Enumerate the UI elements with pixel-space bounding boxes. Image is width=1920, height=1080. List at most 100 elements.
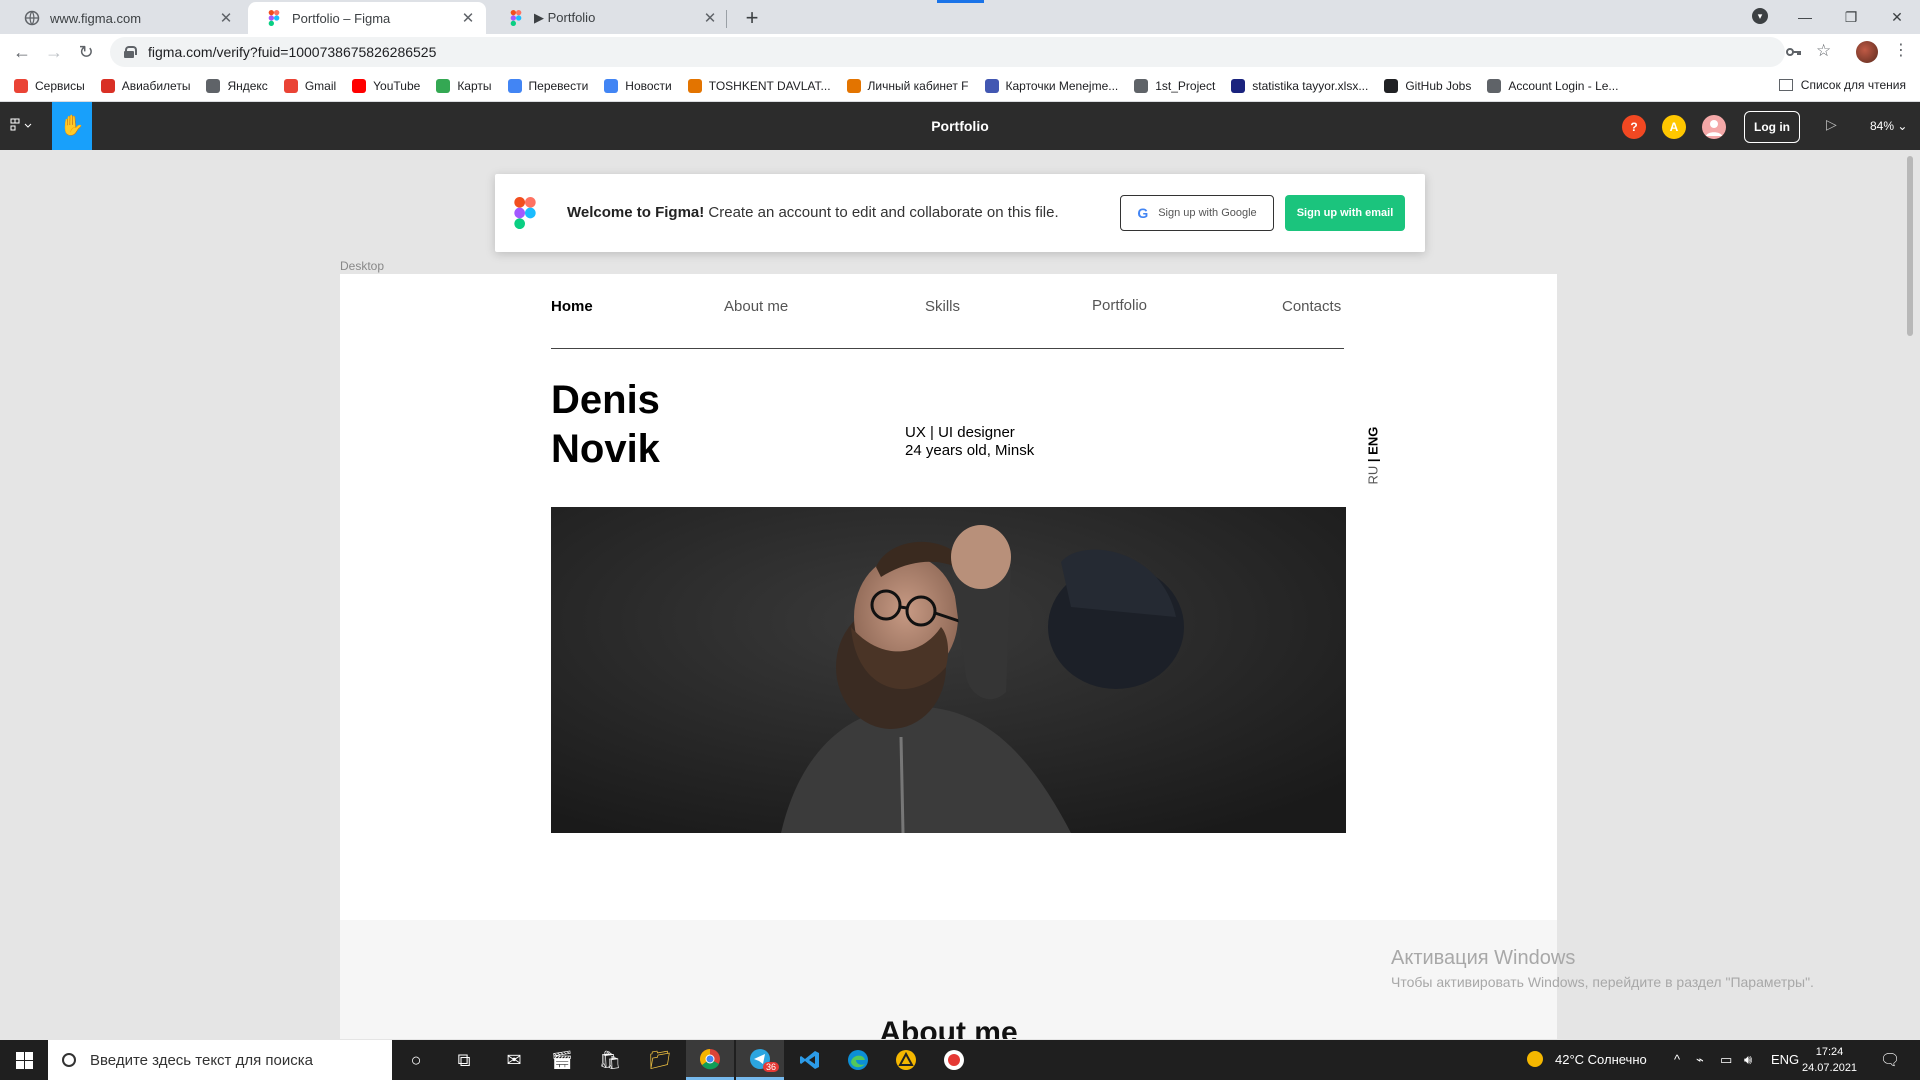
notifications-icon[interactable]: 🗨︎	[1880, 1050, 1900, 1070]
bookmark-item[interactable]: 1st_Project	[1134, 78, 1216, 93]
forward-arrow-icon[interactable]: →	[40, 38, 68, 66]
film-icon[interactable]: 🎬︎	[538, 1040, 586, 1080]
back-arrow-icon[interactable]: ←	[8, 38, 36, 66]
new-tab-button[interactable]: +	[738, 4, 766, 32]
bookmark-label: Gmail	[304, 78, 337, 93]
login-button[interactable]: Log in	[1744, 111, 1800, 143]
close-tab-icon[interactable]: ✕	[460, 9, 476, 27]
figma-canvas[interactable]: Welcome to Figma! Create an account to e…	[0, 150, 1920, 1039]
desktop-frame[interactable]: Home About me Skills Portfolio Contacts …	[340, 274, 1557, 1039]
quizlet-icon	[984, 78, 999, 93]
bookmark-item[interactable]: statistika tayyor.xlsx...	[1231, 78, 1369, 93]
bookmark-item[interactable]: YouTube	[352, 78, 421, 93]
bookmark-item[interactable]: Сервисы	[14, 78, 85, 93]
signup-email-button[interactable]: Sign up with email	[1285, 195, 1405, 231]
record-icon[interactable]	[930, 1040, 978, 1080]
google-icon: G	[1137, 205, 1149, 221]
doc-icon	[1231, 78, 1246, 93]
tab-search-icon[interactable]: ▾	[1752, 8, 1768, 24]
weather-text[interactable]: 42°C Солнечно	[1555, 1052, 1647, 1067]
tab-drag-indicator	[937, 0, 984, 3]
first-name: Denis	[551, 378, 660, 422]
chrome-icon[interactable]	[686, 1040, 734, 1080]
menu-kebab-icon[interactable]: ⋮	[1893, 40, 1909, 60]
tab-portfolio-figma[interactable]: Portfolio – Figma ✕	[248, 2, 486, 34]
frame-label[interactable]: Desktop	[340, 259, 384, 273]
banner-welcome: Welcome to Figma!	[567, 204, 705, 221]
nav-contacts[interactable]: Contacts	[1282, 298, 1341, 315]
bookmark-item[interactable]: Перевести	[507, 78, 588, 93]
profile-avatar[interactable]	[1856, 41, 1878, 63]
bookmark-item[interactable]: Личный кабинет F	[846, 78, 969, 93]
bookmark-item[interactable]: Карточки Menejme...	[984, 78, 1118, 93]
volume-icon[interactable]: 🔊︎	[1744, 1052, 1752, 1068]
present-play-icon[interactable]: ▷	[1826, 116, 1837, 133]
figma-logo-icon	[514, 197, 536, 229]
vscode-icon[interactable]	[786, 1040, 834, 1080]
minimize-icon[interactable]: —	[1782, 0, 1828, 34]
clock[interactable]: 17:24 24.07.2021	[1802, 1044, 1857, 1076]
address-bar[interactable]: figma.com/verify?fuid=100073867582628652…	[110, 37, 1785, 67]
key-icon[interactable]	[1786, 44, 1802, 60]
taskbar-search[interactable]: Введите здесь текст для поиска	[48, 1040, 392, 1080]
lang-eng[interactable]: ENG	[1366, 427, 1381, 455]
bookmark-item[interactable]: Яндекс	[206, 78, 268, 93]
telegram-icon[interactable]: 36	[736, 1040, 784, 1080]
display-icon[interactable]: ▭	[1720, 1052, 1732, 1068]
zoom-value: 84%	[1870, 119, 1895, 133]
bookmark-label: Авиабилеты	[121, 78, 191, 93]
reload-icon[interactable]: ↻	[72, 38, 100, 66]
network-off-icon[interactable]: ⌁	[1696, 1052, 1704, 1068]
cabinet-icon	[846, 78, 861, 93]
tray-expand-icon[interactable]: ^	[1674, 1052, 1680, 1067]
bookmark-label: YouTube	[373, 78, 421, 93]
file-explorer-icon[interactable]: 📁︎	[636, 1040, 684, 1080]
maps-icon	[436, 78, 451, 93]
nav-about[interactable]: About me	[724, 298, 788, 315]
reading-list-icon	[1778, 79, 1793, 91]
app-triangle-icon[interactable]	[882, 1040, 930, 1080]
restore-icon[interactable]: ❐	[1828, 0, 1874, 34]
role-title: UX | UI designer	[905, 424, 1015, 441]
bookmark-label: statistika tayyor.xlsx...	[1252, 78, 1369, 93]
avatar-anonymous[interactable]: A	[1662, 115, 1686, 139]
bookmark-item[interactable]: Новости	[604, 78, 672, 93]
bookmark-item[interactable]: Карты	[436, 78, 492, 93]
bookmark-label: Яндекс	[227, 78, 268, 93]
reading-list-button[interactable]: Список для чтения	[1778, 78, 1906, 92]
tab-portfolio-prototype[interactable]: ▶ Portfolio ✕	[490, 2, 728, 34]
bookmark-item[interactable]: Gmail	[283, 78, 337, 93]
task-view-icon[interactable]: ⧉	[440, 1040, 488, 1080]
avatar-user[interactable]	[1702, 115, 1726, 139]
bookmark-label: 1st_Project	[1155, 78, 1216, 93]
mail-icon[interactable]: ✉	[490, 1040, 538, 1080]
avatar-help[interactable]: ?	[1622, 115, 1646, 139]
close-tab-icon[interactable]: ✕	[218, 9, 234, 27]
zoom-dropdown[interactable]: 84% ⌄	[1870, 119, 1907, 133]
close-window-icon[interactable]: ✕	[1874, 0, 1920, 34]
search-icon	[62, 1053, 76, 1067]
weather-sun-icon[interactable]	[1526, 1050, 1544, 1071]
edge-icon[interactable]	[834, 1040, 882, 1080]
start-button[interactable]	[0, 1040, 48, 1080]
bookmark-item[interactable]: Account Login - Le...	[1487, 78, 1618, 93]
canvas-scrollbar[interactable]	[1907, 156, 1913, 336]
lang-ru[interactable]: RU	[1366, 466, 1381, 485]
language-switcher[interactable]: RU | ENG	[1366, 425, 1381, 485]
activation-watermark-text: Чтобы активировать Windows, перейдите в …	[1391, 974, 1814, 990]
nav-portfolio[interactable]: Portfolio	[1092, 297, 1147, 314]
hero-photo	[551, 507, 1346, 833]
cortana-icon[interactable]: ○	[392, 1040, 440, 1080]
close-tab-icon[interactable]: ✕	[702, 9, 718, 27]
tab-divider	[726, 10, 727, 28]
nav-home[interactable]: Home	[551, 298, 593, 315]
bookmark-star-icon[interactable]: ☆	[1816, 41, 1831, 61]
tab-figma-home[interactable]: www.figma.com ✕	[6, 2, 244, 34]
bookmark-item[interactable]: TOSHKENT DAVLAT...	[687, 78, 831, 93]
store-icon[interactable]: 🛍︎	[586, 1040, 634, 1080]
nav-skills[interactable]: Skills	[925, 298, 960, 315]
signup-google-button[interactable]: G Sign up with Google	[1120, 195, 1274, 231]
bookmark-item[interactable]: Авиабилеты	[100, 78, 191, 93]
input-language[interactable]: ENG	[1771, 1052, 1799, 1067]
bookmark-item[interactable]: GitHub Jobs	[1384, 78, 1471, 93]
